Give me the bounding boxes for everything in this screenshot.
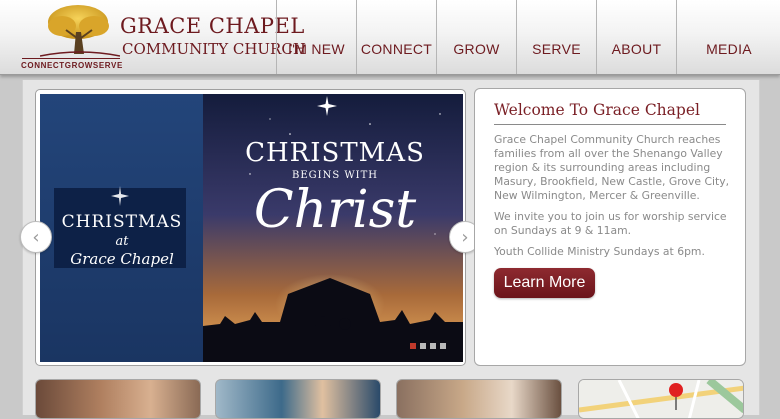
feature-thumbnail-map[interactable]: [578, 379, 744, 419]
slide-main-script: Christ: [253, 180, 417, 240]
tree-logo-icon: [40, 5, 120, 57]
slide-left-subtitle: Grace Chapel: [70, 250, 174, 268]
slide-left-at: at: [115, 234, 129, 249]
slide-main-title: CHRISTMAS: [245, 138, 425, 168]
slider-dot[interactable]: [420, 343, 426, 349]
map-image: [579, 380, 743, 418]
slider-prev-button[interactable]: ‹: [20, 221, 52, 253]
logo-title: GRACE CHAPEL: [120, 14, 305, 38]
feature-thumbnail-ministry[interactable]: [396, 379, 562, 419]
chevron-left-icon: ‹: [32, 226, 40, 248]
logo-divider: [22, 58, 120, 59]
nav-item-connect[interactable]: CONNECT: [356, 0, 436, 74]
welcome-divider: [494, 124, 726, 125]
christmas-slide[interactable]: CHRISTMAS at Grace Chapel CHRISTMAS BEGI…: [40, 94, 463, 362]
welcome-paragraph: We invite you to join us for worship ser…: [494, 210, 727, 237]
nav-item-about[interactable]: ABOUT: [596, 0, 676, 74]
logo-subtitle: COMMUNITY CHURCH: [122, 40, 306, 58]
logo-tagline: CONNECTGROWSERVE: [21, 61, 123, 70]
chevron-right-icon: ›: [461, 226, 469, 248]
nav-item-media[interactable]: MEDIA: [676, 0, 780, 74]
feature-thumbnail-group[interactable]: [215, 379, 381, 419]
learn-more-button[interactable]: Learn More: [494, 268, 595, 298]
church-logo[interactable]: GRACE CHAPEL COMMUNITY CHURCH CONNECTGRO…: [18, 2, 306, 72]
main-nav: I'M NEW CONNECT GROW SERVE ABOUT MEDIA: [276, 0, 780, 74]
slider-dot[interactable]: [410, 343, 416, 349]
welcome-title: Welcome To Grace Chapel: [494, 101, 700, 119]
nav-item-im-new[interactable]: I'M NEW: [276, 0, 356, 74]
welcome-paragraph: Youth Collide Ministry Sundays at 6pm.: [494, 245, 705, 258]
slider-dot[interactable]: [430, 343, 436, 349]
nav-item-grow[interactable]: GROW: [436, 0, 516, 74]
nav-item-serve[interactable]: SERVE: [516, 0, 596, 74]
site-header: GRACE CHAPEL COMMUNITY CHURCH CONNECTGRO…: [0, 0, 780, 75]
slide-left-title: CHRISTMAS: [61, 212, 183, 232]
welcome-paragraph: Grace Chapel Community Church reaches fa…: [494, 133, 730, 202]
slider-pagination: [410, 343, 446, 349]
feature-thumbnail-people[interactable]: [35, 379, 201, 419]
slider-dot[interactable]: [440, 343, 446, 349]
